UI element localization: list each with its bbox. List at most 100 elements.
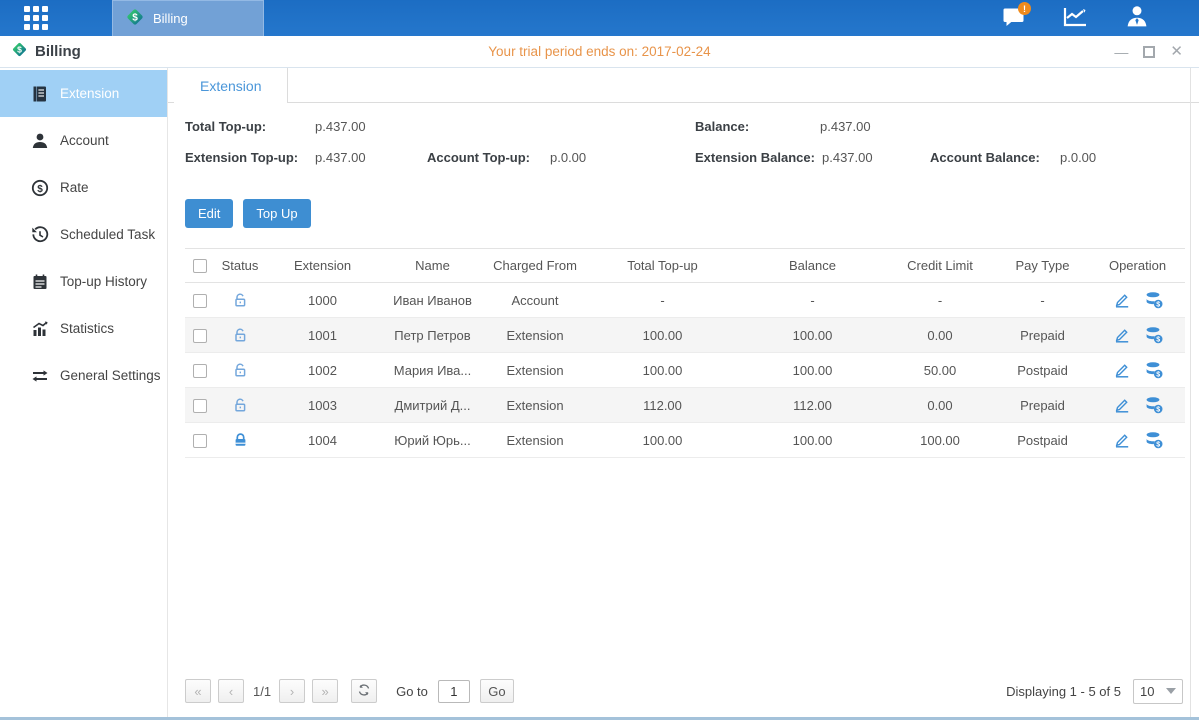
cell-total-topup: 100.00 [585,423,740,458]
topup-button[interactable]: Top Up [243,199,310,228]
row-checkbox[interactable] [193,329,207,343]
sidebar-item-statistics[interactable]: Statistics [0,305,167,352]
cell-extension: 1003 [265,388,380,423]
dollar-circle-icon: $ [30,178,49,197]
cell-charged-from: Extension [485,423,585,458]
application-top-bar: $ Billing ! [0,0,1199,36]
edit-row-icon[interactable] [1113,361,1131,379]
cell-balance: 100.00 [740,423,885,458]
messages-button[interactable]: ! [999,5,1027,31]
go-button[interactable]: Go [480,679,514,703]
sidebar-item-scheduled-task[interactable]: Scheduled Task [0,211,167,258]
total-topup-value: p.437.00 [315,119,366,134]
app-menu-button[interactable] [0,0,72,36]
column-header-credit_limit: Credit Limit [885,249,995,283]
column-header-total_topup: Total Top-up [585,249,740,283]
row-checkbox[interactable] [193,399,207,413]
row-checkbox[interactable] [193,294,207,308]
main-content: Extension Total Top-up: p.437.00 Balance… [168,68,1199,717]
balance-label: Balance: [695,119,749,134]
cell-charged-from: Extension [485,353,585,388]
lock-open-icon[interactable] [232,292,249,309]
edit-row-icon[interactable] [1113,396,1131,414]
sidebar-item-label: Extension [60,86,119,101]
billing-diamond-icon: $ [125,7,145,30]
extension-book-icon [30,84,49,103]
sidebar: Extension Account$Rate Scheduled Task Top-u… [0,68,168,717]
cell-credit-limit: - [885,283,995,318]
sidebar-item-top-up-history[interactable]: Top-up History [0,258,167,305]
topup-row-icon[interactable]: $ [1145,431,1163,449]
cell-pay-type: Prepaid [995,318,1090,353]
tab-strip: Extension [168,68,1199,103]
page-size-value: 10 [1140,684,1154,699]
lock-open-icon[interactable] [232,362,249,379]
first-page-button[interactable]: « [185,679,211,703]
sidebar-item-label: General Settings [60,368,161,383]
minimize-button[interactable]: — [1114,45,1128,59]
balance-value: p.437.00 [820,119,871,134]
sidebar-item-extension[interactable]: Extension [0,70,167,117]
column-header-pay_type: Pay Type [995,249,1090,283]
sidebar-item-rate[interactable]: $Rate [0,164,167,211]
account-topup-label: Account Top-up: [427,150,530,165]
svg-text:$: $ [37,184,43,195]
last-page-button[interactable]: » [312,679,338,703]
lock-open-icon[interactable] [232,397,249,414]
edit-row-icon[interactable] [1113,291,1131,309]
row-checkbox[interactable] [193,364,207,378]
cell-credit-limit: 50.00 [885,353,995,388]
topup-row-icon[interactable]: $ [1145,291,1163,309]
user-account-button[interactable] [1123,5,1151,31]
tab-extension[interactable]: Extension [174,68,288,103]
goto-page-input[interactable] [438,680,470,703]
column-header-status: Status [215,249,265,283]
taskbar-billing-tab[interactable]: $ Billing [112,0,264,36]
refresh-button[interactable] [351,679,377,703]
page-size-select[interactable]: 10 [1133,679,1183,704]
edit-row-icon[interactable] [1113,326,1131,344]
lock-closed-icon[interactable] [232,432,249,449]
sidebar-item-account[interactable]: Account [0,117,167,164]
pagination-bar: « ‹ 1/1 › » Go to Go Displaying 1 - [168,669,1199,717]
sidebar-item-label: Top-up History [60,274,147,289]
close-button[interactable]: ✕ [1170,44,1183,59]
topup-row-icon[interactable]: $ [1145,396,1163,414]
edit-button[interactable]: Edit [185,199,233,228]
select-all-checkbox[interactable] [193,259,207,273]
prev-page-button[interactable]: ‹ [218,679,244,703]
tab-label: Extension [200,78,261,94]
column-header-balance: Balance [740,249,885,283]
cell-name: Иван Иванов [380,283,485,318]
cell-balance: 112.00 [740,388,885,423]
column-header-charged_from: Charged From [485,249,585,283]
goto-label: Go to [396,684,428,699]
next-page-button[interactable]: › [279,679,305,703]
reports-button[interactable] [1061,5,1089,31]
page-indicator: 1/1 [253,684,271,699]
sidebar-item-general-settings[interactable]: General Settings [0,352,167,399]
column-header-select [185,249,215,283]
cell-credit-limit: 0.00 [885,388,995,423]
lock-open-icon[interactable] [232,327,249,344]
topup-row-icon[interactable]: $ [1145,361,1163,379]
table-row-extension-1001: 1001Петр ПетровExtension100.00100.000.00… [185,318,1185,353]
cell-operation: $ [1090,388,1185,423]
column-header-operation: Operation [1090,249,1185,283]
cell-extension: 1000 [265,283,380,318]
svg-text:$: $ [1156,442,1160,449]
notification-badge: ! [1018,2,1031,15]
svg-text:$: $ [1156,337,1160,344]
cell-operation: $ [1090,318,1185,353]
sidebar-item-label: Scheduled Task [60,227,155,242]
cell-total-topup: 112.00 [585,388,740,423]
maximize-button[interactable] [1143,46,1155,58]
trial-notice: Your trial period ends on: 2017-02-24 [0,44,1199,59]
history-clock-icon [30,225,49,244]
row-checkbox[interactable] [193,434,207,448]
cell-name: Юрий Юрь... [380,423,485,458]
refresh-icon [357,683,371,700]
topup-row-icon[interactable]: $ [1145,326,1163,344]
extension-topup-label: Extension Top-up: [185,150,298,165]
edit-row-icon[interactable] [1113,431,1131,449]
